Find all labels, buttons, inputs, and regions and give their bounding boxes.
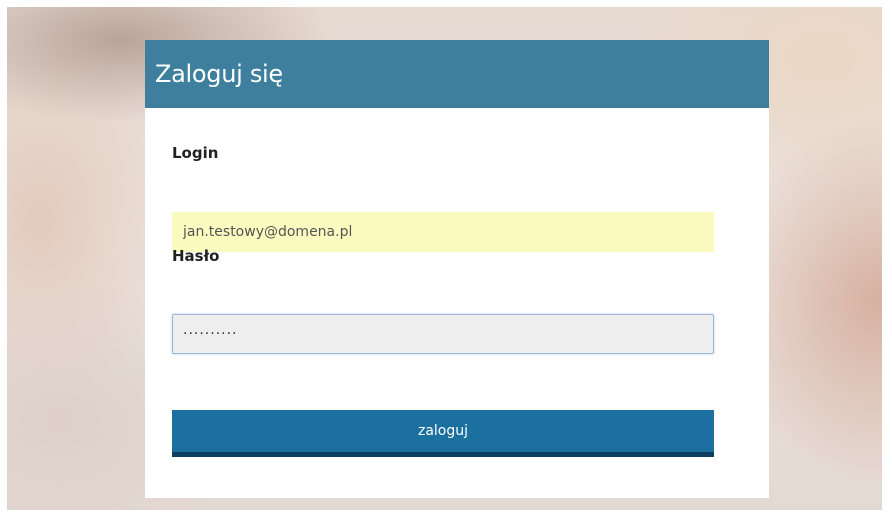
password-label: Hasło bbox=[172, 247, 220, 265]
login-input[interactable] bbox=[172, 212, 714, 252]
login-card-header: Zaloguj się bbox=[145, 40, 769, 108]
frame-border-top bbox=[0, 0, 892, 7]
frame-border-left bbox=[0, 0, 7, 518]
login-title: Zaloguj się bbox=[155, 60, 283, 88]
frame-border-bottom bbox=[0, 510, 892, 518]
frame-border-right bbox=[882, 0, 892, 518]
password-input[interactable] bbox=[172, 314, 714, 354]
login-card: Zaloguj się Login Hasło zaloguj bbox=[145, 40, 769, 498]
login-button[interactable]: zaloguj bbox=[172, 410, 714, 457]
login-label: Login bbox=[172, 144, 219, 162]
